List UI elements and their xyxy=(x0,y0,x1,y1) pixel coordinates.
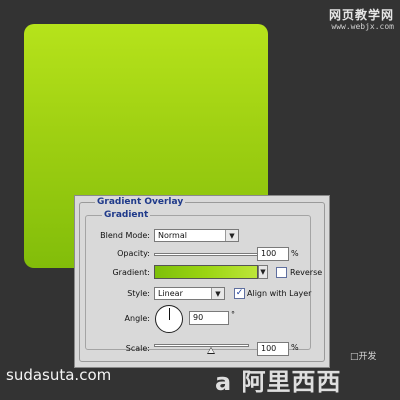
chevron-down-icon: ▼ xyxy=(260,268,266,276)
blend-mode-label: Blend Mode: xyxy=(100,231,150,240)
align-with-layer-checkbox[interactable]: ✓ xyxy=(234,288,245,299)
scale-slider-track[interactable] xyxy=(154,344,249,347)
scale-label: Scale: xyxy=(125,344,150,353)
angle-value: 90 xyxy=(193,313,204,322)
small-watermark: □开发 xyxy=(350,352,377,362)
blend-mode-value: Normal xyxy=(158,231,187,240)
top-watermark: 网页教学网 www.webjx.com xyxy=(329,6,394,31)
gradient-label: Gradient: xyxy=(112,268,150,277)
group-title: Gradient xyxy=(102,210,151,220)
opacity-label: Opacity: xyxy=(117,249,150,258)
gradient-overlay-panel: Gradient Overlay Gradient Blend Mode: No… xyxy=(74,195,330,368)
bottom-right-watermark: a 阿里西西 xyxy=(215,368,342,396)
scale-slider-thumb[interactable] xyxy=(207,347,215,354)
opacity-input[interactable]: 100 xyxy=(257,247,289,261)
angle-input[interactable]: 90 xyxy=(189,311,229,325)
angle-dial[interactable] xyxy=(155,305,183,333)
checkmark-icon: ✓ xyxy=(235,288,244,298)
scale-input[interactable]: 100 xyxy=(257,342,289,356)
gradient-dropdown-button[interactable]: ▼ xyxy=(258,265,268,279)
align-with-layer-label: Align with Layer xyxy=(247,289,312,298)
scale-value: 100 xyxy=(261,344,277,353)
top-watermark-title: 网页教学网 xyxy=(328,8,394,22)
angle-label: Angle: xyxy=(124,314,150,323)
style-label: Style: xyxy=(127,289,150,298)
bottom-left-watermark: sudasuta.com xyxy=(6,366,112,384)
scale-unit: % xyxy=(291,343,299,352)
reverse-checkbox[interactable] xyxy=(276,267,287,278)
blend-mode-select[interactable]: Normal ▼ xyxy=(154,229,239,242)
opacity-value: 100 xyxy=(261,249,277,258)
chevron-down-icon: ▼ xyxy=(225,230,238,241)
panel-title: Gradient Overlay xyxy=(95,197,186,207)
angle-unit: ° xyxy=(231,310,235,319)
opacity-unit: % xyxy=(291,249,299,258)
chevron-down-icon: ▼ xyxy=(211,288,224,299)
top-watermark-url: www.webjx.com xyxy=(331,22,394,31)
reverse-label: Reverse xyxy=(290,268,323,277)
style-value: Linear xyxy=(158,289,183,298)
style-select[interactable]: Linear ▼ xyxy=(154,287,225,300)
gradient-picker[interactable] xyxy=(154,265,258,279)
angle-needle xyxy=(169,308,170,320)
